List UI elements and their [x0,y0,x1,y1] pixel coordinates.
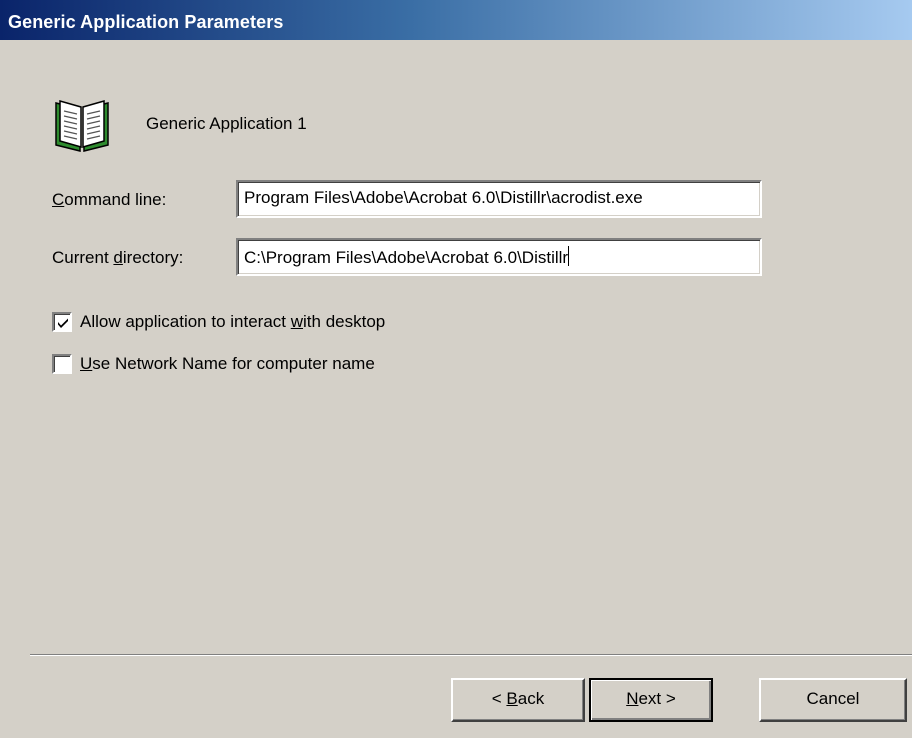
current-directory-input[interactable]: C:\Program Files\Adobe\Acrobat 6.0\Disti… [236,238,762,276]
command-line-label-text: ommand line: [64,190,167,209]
command-line-mnemonic: C [52,190,65,209]
use-network-name-mnemonic: U [80,354,93,373]
next-button-label: ext > [638,689,676,708]
back-button[interactable]: < Back [451,678,585,722]
application-name: Generic Application 1 [146,114,307,133]
cancel-button[interactable]: Cancel [759,678,907,722]
footer-separator [30,654,912,656]
current-directory-label-after: irectory: [122,248,184,267]
back-button-label: ack [517,689,545,708]
current-directory-mnemonic: d [113,248,123,267]
title-bar: Generic Application Parameters [0,0,912,40]
current-directory-label-before: Current [52,248,114,267]
text-cursor [568,246,570,266]
window-title: Generic Application Parameters [8,12,284,32]
current-directory-value: C:\Program Files\Adobe\Acrobat 6.0\Disti… [244,248,569,267]
use-network-name-label: Use Network Name for computer name [80,354,375,374]
back-button-prefix: < [491,689,507,708]
use-network-name-label-after: se Network Name for computer name [92,354,375,373]
allow-interact-label: Allow application to interact with deskt… [80,312,385,332]
current-directory-label: Current directory: [52,248,183,268]
next-button[interactable]: Next > [589,678,713,722]
open-book-icon [50,97,114,153]
back-button-mnemonic: B [506,689,518,708]
allow-interact-label-after: ith desktop [303,312,386,331]
command-line-label: Command line: [52,190,166,210]
use-network-name-checkbox[interactable] [52,354,72,374]
cancel-button-label: Cancel [806,689,860,708]
next-button-mnemonic: N [626,689,639,708]
command-line-input[interactable]: Program Files\Adobe\Acrobat 6.0\Distillr… [236,180,762,218]
checkmark-icon [58,318,68,328]
allow-interact-label-before: Allow application to interact [80,312,291,331]
command-line-value: Program Files\Adobe\Acrobat 6.0\Distillr… [244,188,643,207]
allow-interact-checkbox[interactable] [52,312,72,332]
allow-interact-mnemonic: w [290,312,304,331]
